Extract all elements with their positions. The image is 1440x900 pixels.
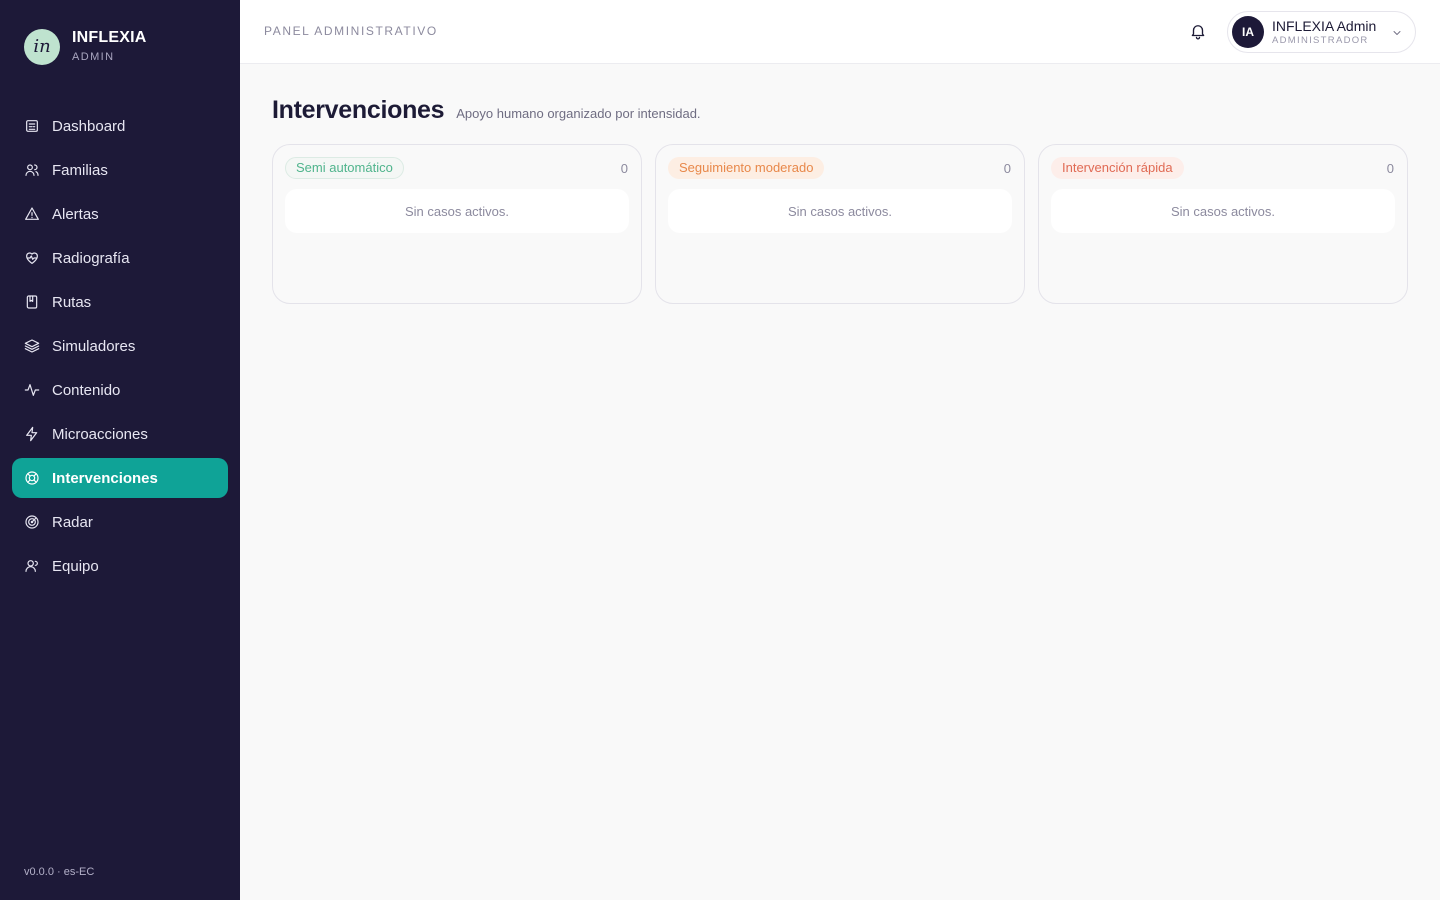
sidebar-item-label: Contenido <box>52 381 121 399</box>
sidebar-item-label: Radiografía <box>52 249 130 267</box>
sidebar-item-label: Dashboard <box>52 117 126 135</box>
column-count: 0 <box>1386 160 1394 176</box>
chevron-down-icon <box>1391 26 1403 38</box>
sidebar-item-alertas[interactable]: Alertas <box>12 194 228 234</box>
layers-icon <box>24 338 40 354</box>
column-semi-automatico: Semi automático 0 Sin casos activos. <box>272 144 642 304</box>
top-bar: PANEL ADMINISTRATIVO IA INFLEXIA Admin A… <box>240 0 1440 64</box>
brand-text: INFLEXIA ADMIN <box>72 28 147 65</box>
sidebar-item-label: Microacciones <box>52 425 148 443</box>
sidebar-item-intervenciones[interactable]: Intervenciones <box>12 458 228 498</box>
user-info: INFLEXIA Admin ADMINISTRADOR <box>1272 18 1376 47</box>
book-icon <box>24 294 40 310</box>
alert-triangle-icon <box>24 206 40 222</box>
activity-icon <box>24 382 40 398</box>
sidebar-item-label: Radar <box>52 513 93 531</box>
sidebar-item-radiografia[interactable]: Radiografía <box>12 238 228 278</box>
page-subtitle: Apoyo humano organizado por intensidad. <box>456 106 701 121</box>
brand-logo: in <box>24 28 60 65</box>
avatar: IA <box>1232 16 1264 48</box>
sidebar-item-label: Simuladores <box>52 337 136 355</box>
page-header: Intervenciones Apoyo humano organizado p… <box>272 96 701 125</box>
zap-icon <box>24 426 40 442</box>
radar-icon <box>24 514 40 530</box>
empty-state: Sin casos activos. <box>1051 189 1395 233</box>
dashboard-icon <box>24 118 40 134</box>
team-icon <box>24 558 40 574</box>
sidebar-item-equipo[interactable]: Equipo <box>12 546 228 586</box>
sidebar-item-simuladores[interactable]: Simuladores <box>12 326 228 366</box>
sidebar-item-microacciones[interactable]: Microacciones <box>12 414 228 454</box>
sidebar-nav: Dashboard Familias Alertas Radiografía R… <box>12 106 228 590</box>
brand-subtitle: ADMIN <box>72 51 115 63</box>
lifebuoy-icon <box>24 470 40 486</box>
sidebar-item-label: Equipo <box>52 557 99 575</box>
intervention-board: Semi automático 0 Sin casos activos. Seg… <box>272 144 1408 304</box>
sidebar-item-radar[interactable]: Radar <box>12 502 228 542</box>
status-badge: Semi automático <box>285 157 404 179</box>
status-badge: Intervención rápida <box>1051 157 1184 179</box>
sidebar-item-label: Alertas <box>52 205 99 223</box>
user-role: ADMINISTRADOR <box>1272 34 1369 46</box>
column-count: 0 <box>620 160 628 176</box>
column-count: 0 <box>1003 160 1011 176</box>
page-title: Intervenciones <box>272 96 445 124</box>
section-label: PANEL ADMINISTRATIVO <box>264 24 438 38</box>
sidebar: in INFLEXIA ADMIN Dashboard Familias Ale… <box>0 0 240 900</box>
brand[interactable]: in INFLEXIA ADMIN <box>24 28 147 65</box>
brand-name: INFLEXIA <box>72 29 147 46</box>
sidebar-item-dashboard[interactable]: Dashboard <box>12 106 228 146</box>
column-header: Intervención rápida 0 <box>1051 157 1395 179</box>
sidebar-item-familias[interactable]: Familias <box>12 150 228 190</box>
column-header: Seguimiento moderado 0 <box>668 157 1012 179</box>
status-badge: Seguimiento moderado <box>668 157 825 179</box>
users-icon <box>24 162 40 178</box>
user-name: INFLEXIA Admin <box>1272 17 1377 34</box>
column-intervencion-rapida: Intervención rápida 0 Sin casos activos. <box>1038 144 1408 304</box>
sidebar-item-label: Familias <box>52 161 108 179</box>
sidebar-item-rutas[interactable]: Rutas <box>12 282 228 322</box>
empty-state: Sin casos activos. <box>285 189 629 233</box>
bell-icon[interactable] <box>1189 22 1209 42</box>
column-header: Semi automático 0 <box>285 157 629 179</box>
column-seguimiento-moderado: Seguimiento moderado 0 Sin casos activos… <box>655 144 1025 304</box>
version-label: v0.0.0 · es-EC <box>24 866 95 878</box>
user-menu[interactable]: IA INFLEXIA Admin ADMINISTRADOR <box>1227 11 1416 53</box>
sidebar-item-contenido[interactable]: Contenido <box>12 370 228 410</box>
sidebar-item-label: Rutas <box>52 293 92 311</box>
heart-pulse-icon <box>24 250 40 266</box>
sidebar-item-label: Intervenciones <box>52 469 158 487</box>
empty-state: Sin casos activos. <box>668 189 1012 233</box>
